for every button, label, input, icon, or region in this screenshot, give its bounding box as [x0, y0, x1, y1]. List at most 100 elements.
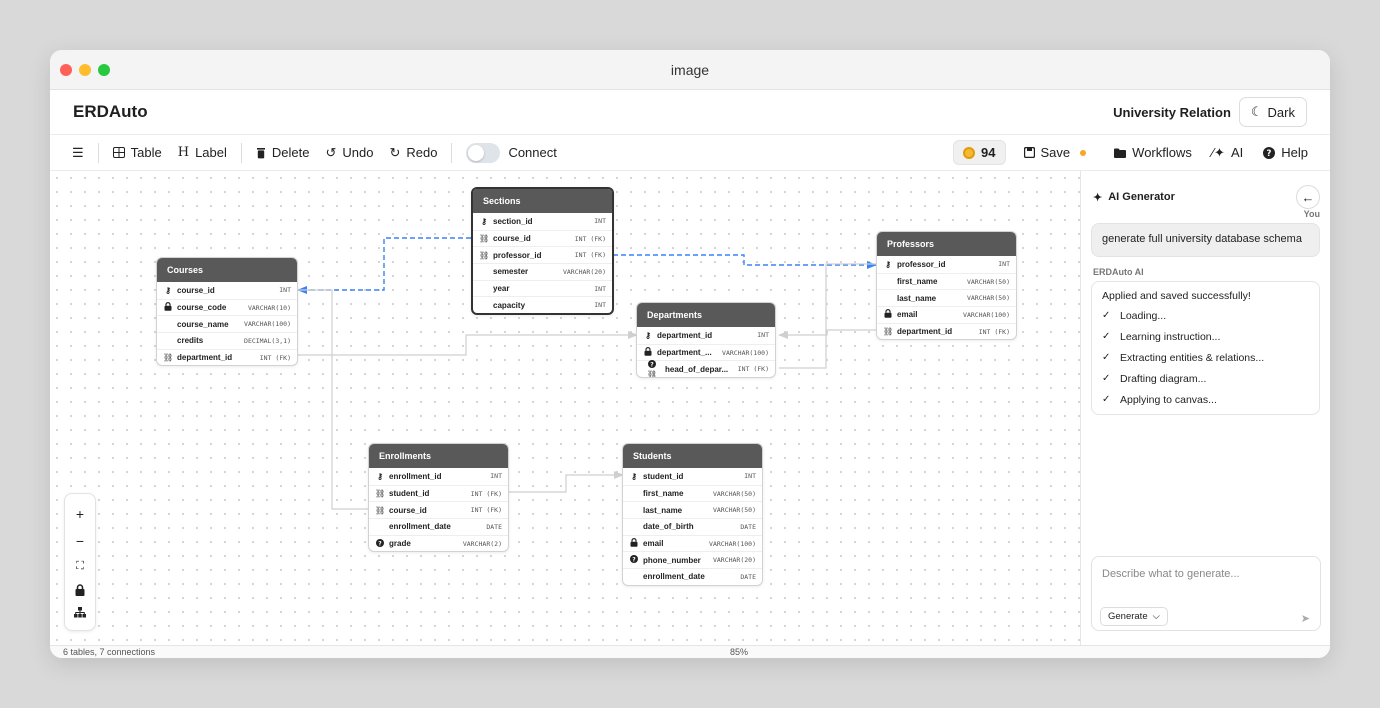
title-bar: image: [50, 50, 1330, 90]
save-label: Save: [1040, 145, 1071, 160]
field-row[interactable]: semester VARCHAR(20): [473, 263, 612, 280]
field-name: department_id: [897, 327, 953, 337]
lock-icon[interactable]: [75, 584, 85, 597]
link-department-head[interactable]: [779, 263, 876, 369]
table-departments[interactable]: Departments ⚷ department_id INT department_…: [636, 302, 776, 379]
field-row[interactable]: ⚷ student_id INT: [623, 468, 762, 485]
field-row[interactable]: year INT: [473, 279, 612, 297]
auto-layout-icon[interactable]: [74, 607, 86, 618]
field-row[interactable]: ⚷ section_id INT: [473, 213, 612, 230]
connect-toggle[interactable]: [466, 142, 501, 163]
field-name: course_id: [389, 505, 427, 515]
field-row[interactable]: ⛓ department_id INT (FK): [157, 348, 297, 366]
theme-toggle-button[interactable]: ☾ Dark: [1238, 97, 1307, 127]
progress-step: ✓ Drafting diagram...: [1102, 373, 1309, 385]
link-enrollments-course[interactable]: [298, 289, 368, 510]
add-table-button[interactable]: Table: [105, 141, 170, 164]
field-row[interactable]: course_code VARCHAR(10): [157, 298, 297, 316]
field-row[interactable]: email VARCHAR(100): [623, 534, 762, 552]
field-row[interactable]: enrollment_date DATE: [369, 518, 508, 535]
table-title[interactable]: Enrollments: [369, 444, 508, 468]
field-row[interactable]: enrollment_date DATE: [623, 568, 762, 585]
field-row[interactable]: ⛓ professor_id INT (FK): [473, 246, 612, 263]
table-title[interactable]: Students: [623, 444, 762, 468]
zoom-in-icon[interactable]: +: [76, 506, 84, 522]
progress-step: ✓ Loading...: [1102, 310, 1309, 322]
field-row[interactable]: ⚷ department_id INT: [637, 327, 775, 344]
field-row[interactable]: ⛓ department_id INT (FK): [877, 322, 1016, 340]
field-row[interactable]: ⚷ enrollment_id INT: [369, 468, 508, 485]
trash-icon: [256, 147, 265, 158]
project-name[interactable]: University Relation: [1113, 105, 1231, 120]
field-row[interactable]: first_name VARCHAR(50): [877, 272, 1016, 290]
window-controls: [60, 64, 110, 76]
table-title[interactable]: Professors: [877, 232, 1016, 256]
close-window-button[interactable]: [60, 64, 72, 76]
table-title[interactable]: Courses: [157, 258, 297, 282]
field-type: INT: [490, 472, 502, 481]
generate-mode-select[interactable]: Generate ⌵: [1100, 607, 1168, 626]
divider: [240, 142, 242, 163]
field-type: INT: [594, 217, 606, 226]
undo-button[interactable]: ↺ Undo: [317, 141, 381, 165]
diagram-canvas[interactable]: Sections ⚷ section_id INT ⛓ course_id INT (FK…: [50, 171, 1080, 645]
field-row[interactable]: ? phone_number VARCHAR(20): [623, 551, 762, 568]
maximize-window-button[interactable]: [98, 64, 110, 76]
send-icon[interactable]: ➤: [1301, 612, 1310, 625]
field-row[interactable]: first_name VARCHAR(50): [623, 484, 762, 502]
credits-badge[interactable]: 94: [953, 140, 1006, 165]
field-type: VARCHAR(20): [712, 556, 756, 565]
ai-button[interactable]: ⁄✦ AI: [1204, 141, 1251, 165]
assistant-message-text: Applied and saved successfully!: [1102, 289, 1251, 302]
minimize-window-button[interactable]: [79, 64, 91, 76]
window-title: image: [670, 61, 710, 78]
undo-label: Undo: [342, 145, 374, 160]
redo-button[interactable]: ↻ Redo: [381, 141, 445, 165]
table-professors[interactable]: Professors ⚷ professor_id INT first_name VAR…: [876, 231, 1017, 341]
field-name: student_id: [389, 489, 430, 499]
link-sections-course[interactable]: [297, 237, 471, 294]
field-name: capacity: [493, 300, 526, 310]
back-button[interactable]: ←: [1296, 185, 1320, 209]
menu-button[interactable]: ☰: [64, 141, 92, 165]
table-enrollments[interactable]: Enrollments ⚷ enrollment_id INT ⛓ student_id…: [368, 443, 509, 553]
add-label-button[interactable]: H Label: [170, 141, 235, 164]
check-icon: ✓: [1102, 331, 1111, 343]
field-row[interactable]: ⛓ course_id INT (FK): [473, 229, 612, 247]
help-button[interactable]: ? Help: [1255, 141, 1316, 164]
field-name: course_code: [177, 303, 227, 313]
field-row[interactable]: last_name VARCHAR(50): [877, 289, 1016, 306]
table-courses[interactable]: Courses ⚷ course_id INT course_code VARCHAR(…: [156, 257, 298, 367]
field-type: INT (FK): [259, 353, 291, 362]
field-row[interactable]: ⚷ professor_id INT: [877, 256, 1016, 273]
field-row[interactable]: ? ⛓ head_of_depar... INT (FK): [637, 359, 775, 377]
field-row[interactable]: ? grade VARCHAR(2): [369, 534, 508, 552]
save-button[interactable]: Save: [1016, 141, 1095, 164]
field-row[interactable]: email VARCHAR(100): [877, 306, 1016, 323]
zoom-out-icon[interactable]: −: [76, 533, 84, 549]
table-title[interactable]: Sections: [473, 189, 612, 213]
table-sections[interactable]: Sections ⚷ section_id INT ⛓ course_id INT (FK…: [471, 187, 614, 316]
workflows-button[interactable]: Workflows: [1106, 141, 1200, 164]
fit-view-icon[interactable]: ⛶: [76, 560, 84, 573]
link-courses-department[interactable]: [298, 331, 638, 356]
field-row[interactable]: ⛓ student_id INT (FK): [369, 484, 508, 502]
key-icon: ⚷: [481, 216, 487, 226]
link-professors-department[interactable]: [778, 329, 876, 339]
field-row[interactable]: credits DECIMAL(3,1): [157, 332, 297, 349]
field-name: last_name: [897, 293, 937, 303]
field-row[interactable]: ⚷ course_id INT: [157, 282, 297, 299]
prompt-input[interactable]: Describe what to generate... Generate ⌵ ➤: [1091, 556, 1321, 631]
table-students[interactable]: Students ⚷ student_id INT first_name VARCHAR…: [622, 443, 763, 586]
field-row[interactable]: last_name VARCHAR(50): [623, 501, 762, 518]
field-name: first_name: [897, 277, 938, 287]
field-row[interactable]: capacity INT: [473, 296, 612, 313]
field-row[interactable]: ⛓ course_id INT (FK): [369, 501, 508, 518]
field-row[interactable]: date_of_birth DATE: [623, 518, 762, 535]
table-title[interactable]: Departments: [637, 303, 775, 327]
field-row[interactable]: course_name VARCHAR(100): [157, 315, 297, 332]
delete-button[interactable]: Delete: [248, 141, 318, 164]
link-enrollments-student[interactable]: [509, 471, 624, 493]
field-row[interactable]: department_... VARCHAR(100): [637, 343, 775, 361]
progress-step-label: Extracting entities & relations...: [1120, 351, 1265, 364]
